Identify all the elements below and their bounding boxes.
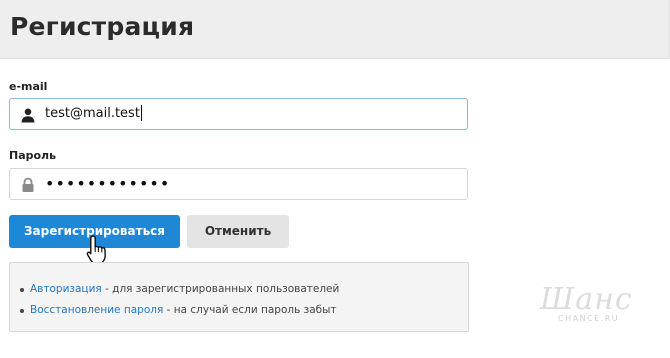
list-item: Восстановление пароля - на случай если п… [20, 304, 337, 316]
info-box: Авторизация - для зарегистрированных пол… [9, 262, 469, 332]
list-item-text: - на случай если пароль забыт [163, 304, 337, 316]
lock-icon [22, 177, 34, 192]
email-field[interactable]: test@mail.test [9, 98, 468, 130]
email-label: e-mail [9, 80, 48, 93]
bullet [20, 288, 24, 292]
registration-page: Регистрация e-mail test@mail.test Пароль… [0, 0, 670, 358]
password-value: •••••••••••• [45, 174, 171, 193]
email-value: test@mail.test [45, 104, 142, 121]
password-recovery-link[interactable]: Восстановление пароля [30, 304, 163, 316]
login-link[interactable]: Авторизация [30, 283, 102, 295]
list-item: Авторизация - для зарегистрированных пол… [20, 283, 340, 295]
password-label: Пароль [9, 149, 57, 162]
user-icon [21, 108, 35, 123]
watermark-domain: CHANCE.RU [558, 314, 620, 323]
cancel-button[interactable]: Отменить [187, 215, 289, 248]
list-item-text: - для зарегистрированных пользователей [101, 283, 340, 295]
watermark: Шанс CHANCE.RU [540, 282, 650, 328]
watermark-script: Шанс [540, 282, 633, 317]
text-caret [140, 104, 142, 121]
password-field[interactable]: •••••••••••• [9, 168, 468, 200]
page-title: Регистрация [10, 12, 195, 41]
bullet [20, 309, 24, 313]
page-header: Регистрация [0, 0, 670, 59]
